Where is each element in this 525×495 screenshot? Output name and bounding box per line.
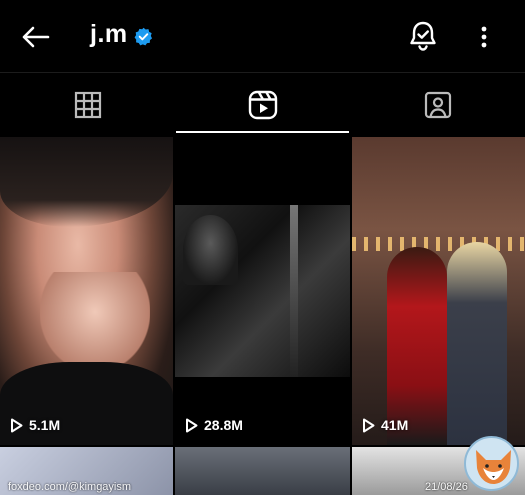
reel-2-image: [175, 205, 350, 377]
play-icon: [363, 418, 375, 432]
back-arrow-icon: [22, 26, 50, 48]
notification-bell-icon: [410, 21, 436, 51]
grid-icon: [74, 91, 101, 119]
reel-view-count: 41M: [362, 417, 408, 433]
reel-3-image-person-denim: [447, 242, 507, 445]
back-button[interactable]: [18, 20, 52, 54]
tagged-icon: [424, 91, 451, 119]
reels-icon: [248, 90, 277, 120]
reel-thumbnail-1[interactable]: 5.1M: [0, 137, 173, 445]
reels-grid: 5.1M 28.8M 41M: [0, 137, 525, 495]
fox-logo-icon: [464, 436, 519, 491]
profile-username: j.m: [90, 20, 128, 48]
reel-views-label: 28.8M: [204, 417, 243, 433]
reel-3-image-person-red-jacket: [387, 247, 447, 445]
verified-badge-icon: [134, 27, 153, 46]
reel-view-count: 5.1M: [10, 417, 60, 433]
reel-thumbnail-2[interactable]: 28.8M: [175, 137, 350, 445]
watermark-text: foxdeo.com/@kimgayism: [8, 481, 132, 493]
reel-thumbnail-5[interactable]: [175, 447, 350, 495]
reel-1-image-hand: [40, 272, 150, 372]
reel-views-label: 5.1M: [29, 417, 61, 433]
active-tab-indicator: [176, 131, 349, 133]
play-icon: [11, 418, 23, 432]
reel-2-image-light: [290, 205, 298, 377]
reel-views-label: 41M: [381, 417, 409, 433]
tab-tagged[interactable]: [350, 73, 525, 137]
reel-2-image-figure: [183, 215, 238, 285]
date-stamp: 21/08/26: [425, 481, 468, 493]
profile-tabs: [0, 72, 525, 136]
reel-3-image-lights: [352, 237, 525, 251]
profile-header: j.m: [0, 0, 525, 72]
tab-reels[interactable]: [175, 73, 350, 137]
reel-1-image-hair: [0, 137, 173, 227]
notifications-button[interactable]: [406, 19, 440, 53]
more-options-button[interactable]: [472, 20, 496, 54]
more-vertical-icon: [481, 26, 487, 48]
reel-thumbnail-3[interactable]: 41M: [352, 137, 525, 445]
tab-posts-grid[interactable]: [0, 73, 175, 137]
reel-view-count: 28.8M: [185, 417, 243, 433]
play-icon: [186, 418, 198, 432]
